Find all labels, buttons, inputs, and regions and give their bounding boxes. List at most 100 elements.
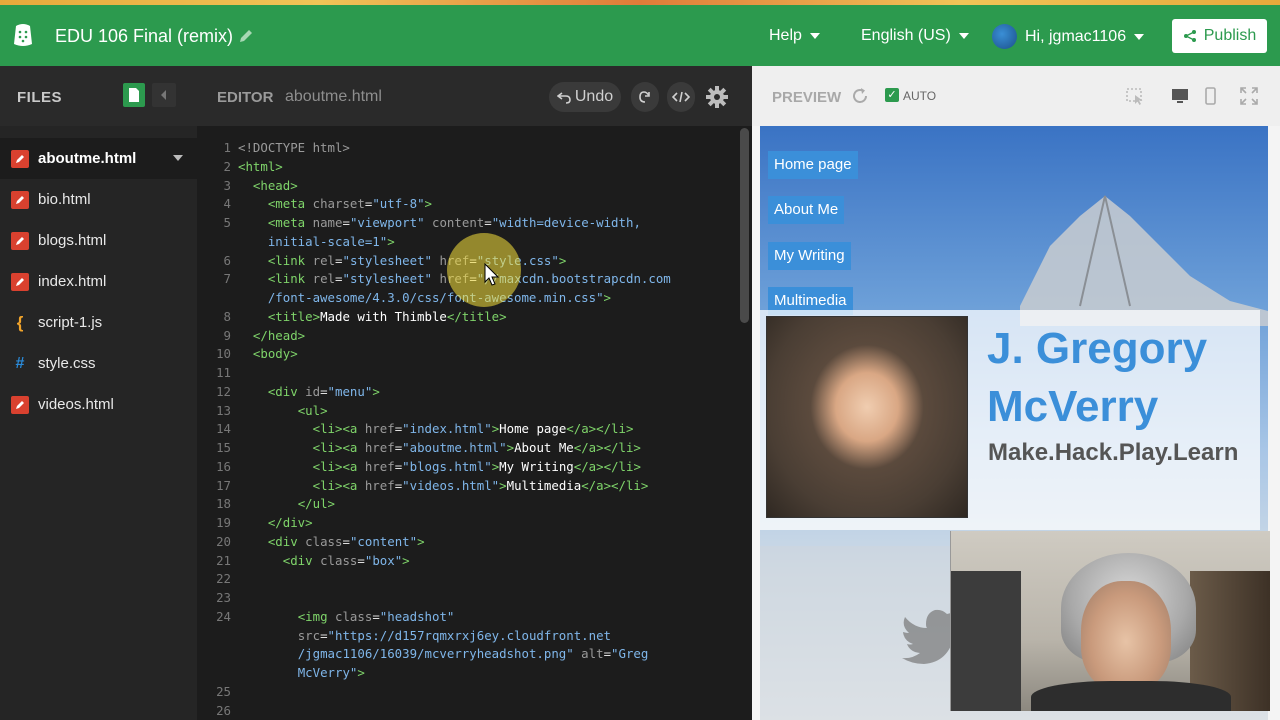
line-number: 25 <box>216 683 231 699</box>
code-line: McVerry"> <box>197 664 737 683</box>
inspector-button[interactable] <box>667 82 695 112</box>
code-line: 8 <title>Made with Thimble</title> <box>197 308 737 327</box>
help-menu[interactable]: Help <box>769 27 820 45</box>
preview-nav-link[interactable]: Home page <box>768 151 858 179</box>
file-item-videos-html[interactable]: videos.html <box>0 384 197 425</box>
line-text <box>231 364 238 383</box>
line-text <box>231 683 238 702</box>
line-number: 5 <box>223 215 231 230</box>
file-item-aboutme-html[interactable]: aboutme.html <box>0 138 197 179</box>
line-text: src="https://d157rqmxrxj6ey.cloudfront.n… <box>297 627 612 643</box>
thimble-logo-icon[interactable] <box>12 22 34 48</box>
code-line: 21 <div class="box"> <box>197 552 737 571</box>
file-name: style.css <box>38 355 96 372</box>
code-line: 14 <li><a href="index.html">Home page</a… <box>197 420 737 439</box>
code-editor[interactable]: 1 <!DOCTYPE html> 2 <html> 3 <head> 4 <meta c… <box>197 126 737 720</box>
line-number: 3 <box>223 177 231 193</box>
webcam-overlay <box>950 531 1270 711</box>
line-number: 20 <box>216 533 231 549</box>
line-number: 12 <box>216 383 231 399</box>
chevron-down-icon <box>809 32 820 39</box>
collapse-files-button[interactable] <box>152 83 176 107</box>
line-number: 1 <box>223 140 231 155</box>
webcam-background-left <box>951 571 1021 711</box>
headshot-image <box>766 316 968 518</box>
file-item-script-1-js[interactable]: {script-1.js <box>0 302 197 343</box>
line-text: <div class="content"> <box>267 533 425 549</box>
new-file-button[interactable] <box>123 83 145 107</box>
pencil-icon[interactable] <box>238 28 254 44</box>
code-line: 3 <head> <box>197 177 737 196</box>
project-title: EDU 106 Final (remix) <box>55 26 234 46</box>
line-number: 19 <box>216 515 231 530</box>
line-text: <meta charset="utf-8"> <box>267 196 432 212</box>
preview-header: PREVIEW ✓ AUTO <box>752 66 1280 126</box>
auto-refresh-checkbox[interactable]: ✓ <box>885 88 899 102</box>
line-text: <li><a href="blogs.html">My Writing</a><… <box>312 458 641 474</box>
html-file-icon <box>11 190 29 209</box>
webcam-person-face <box>1081 581 1171 691</box>
publish-button[interactable]: Publish <box>1172 19 1267 53</box>
select-element-icon[interactable] <box>1125 86 1145 106</box>
line-number: 15 <box>216 440 231 455</box>
line-number: 2 <box>223 158 231 174</box>
line-text: </div> <box>267 515 313 530</box>
file-name: aboutme.html <box>38 150 137 167</box>
auto-label: AUTO <box>903 89 937 103</box>
code-line: src="https://d157rqmxrxj6ey.cloudfront.n… <box>197 627 737 646</box>
html-file-icon <box>11 231 29 250</box>
line-text <box>231 702 238 720</box>
file-item-blogs-html[interactable]: blogs.html <box>0 220 197 261</box>
undo-label: Undo <box>574 88 614 105</box>
files-title: FILES <box>17 89 63 106</box>
code-line: 19 </div> <box>197 514 737 533</box>
preview-nav-link[interactable]: About Me <box>768 196 845 224</box>
file-item-index-html[interactable]: index.html <box>0 261 197 302</box>
file-options-chevron-icon[interactable] <box>173 155 183 161</box>
fullscreen-icon[interactable] <box>1239 86 1259 106</box>
refresh-icon[interactable] <box>850 86 870 106</box>
line-text: <body> <box>252 346 298 362</box>
code-line: 17 <li><a href="videos.html">Multimedia<… <box>197 477 737 496</box>
redo-button[interactable] <box>631 82 659 112</box>
preview-nav-link[interactable]: My Writing <box>768 242 851 270</box>
line-text: <head> <box>252 177 298 193</box>
line-number <box>197 664 231 683</box>
code-line: 1 <!DOCTYPE html> <box>197 139 737 158</box>
line-number: 23 <box>216 590 231 605</box>
line-number: 24 <box>216 608 231 624</box>
editor-filename: aboutme.html <box>285 88 382 105</box>
top-stripe <box>0 0 1280 5</box>
html-file-icon <box>11 149 29 168</box>
line-number: 13 <box>216 402 231 418</box>
code-line: 10 <body> <box>197 345 737 364</box>
file-item-bio-html[interactable]: bio.html <box>0 179 197 220</box>
line-number: 4 <box>223 196 231 212</box>
user-menu[interactable]: Hi, jgmac1106 <box>992 24 1145 49</box>
line-text: <html> <box>238 158 283 174</box>
line-number: 10 <box>216 346 231 362</box>
code-line: 9 </head> <box>197 327 737 346</box>
desktop-view-icon[interactable] <box>1170 86 1190 106</box>
line-text: <!DOCTYPE html> <box>238 140 350 155</box>
editor-scrollbar[interactable] <box>737 126 752 720</box>
new-file-icon <box>129 88 139 102</box>
editor-panel: EDITOR aboutme.html Undo 1 <!DOCTYPE html… <box>197 66 752 720</box>
file-name: script-1.js <box>38 314 103 331</box>
mobile-view-icon[interactable] <box>1200 86 1220 106</box>
language-menu[interactable]: English (US) <box>861 27 969 45</box>
code-line: 26 <box>197 702 737 720</box>
line-text: McVerry"> <box>297 665 365 680</box>
undo-button[interactable]: Undo <box>549 82 621 112</box>
code-line: 18 </ul> <box>197 495 737 514</box>
line-text: <div class="box"> <box>282 552 410 568</box>
site-name: J. Gregory McVerry <box>987 324 1208 431</box>
css-file-icon: # <box>15 354 25 372</box>
line-number: 6 <box>223 252 231 268</box>
site-tagline: Make.Hack.Play.Learn <box>988 439 1239 466</box>
file-item-style-css[interactable]: # style.css <box>0 343 197 384</box>
editor-header: EDITOR aboutme.html Undo <box>197 66 752 126</box>
scrollbar-thumb[interactable] <box>740 128 749 323</box>
line-text: <li><a href="aboutme.html">About Me</a><… <box>312 440 641 455</box>
gear-icon[interactable] <box>705 85 729 109</box>
